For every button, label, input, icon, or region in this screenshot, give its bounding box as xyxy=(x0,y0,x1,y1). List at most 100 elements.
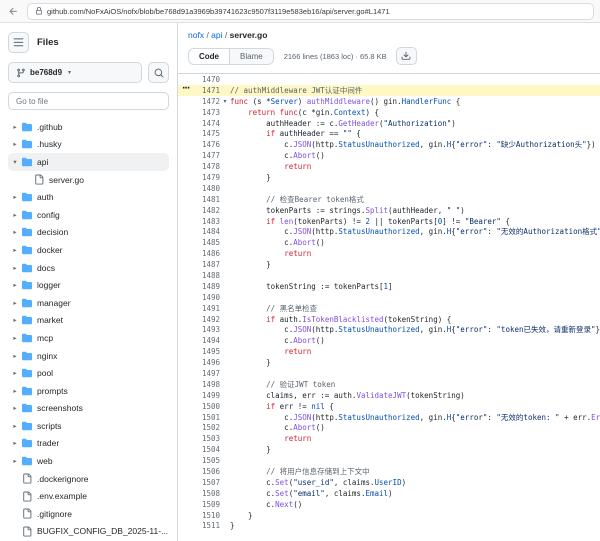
line-number[interactable]: 1470 xyxy=(178,75,220,84)
line-number[interactable]: 1472 xyxy=(178,97,220,106)
line-number[interactable]: 1485 xyxy=(178,238,220,247)
tree-item-.dockerignore[interactable]: .dockerignore xyxy=(8,470,169,488)
chevron-right-icon[interactable]: ▸ xyxy=(10,193,20,201)
line-number[interactable]: 1500 xyxy=(178,402,220,411)
line-number[interactable]: 1492 xyxy=(178,315,220,324)
chevron-right-icon[interactable]: ▸ xyxy=(10,281,20,289)
line-number[interactable]: 1488 xyxy=(178,271,220,280)
line-number[interactable]: 1503 xyxy=(178,434,220,443)
tree-item-decision[interactable]: ▸decision xyxy=(8,224,169,242)
chevron-right-icon[interactable]: ▸ xyxy=(10,246,20,254)
tab-code[interactable]: Code xyxy=(189,49,229,64)
folder-icon xyxy=(20,368,34,378)
tree-item-logger[interactable]: ▸logger xyxy=(8,276,169,294)
tree-item-.gitignore[interactable]: .gitignore xyxy=(8,505,169,523)
tree-item-.husky[interactable]: ▸.husky xyxy=(8,136,169,154)
chevron-right-icon[interactable]: ▸ xyxy=(10,334,20,342)
code-line-1491: 1491 // 黑名单检查 xyxy=(178,303,600,314)
line-number[interactable]: 1496 xyxy=(178,358,220,367)
line-number[interactable]: 1491 xyxy=(178,304,220,313)
line-number[interactable]: 1486 xyxy=(178,249,220,258)
tree-item-api[interactable]: ▾api xyxy=(8,153,169,171)
tree-item-web[interactable]: ▸web xyxy=(8,452,169,470)
chevron-right-icon[interactable]: ▸ xyxy=(10,439,20,447)
chevron-right-icon[interactable]: ▸ xyxy=(10,299,20,307)
line-number[interactable]: 1490 xyxy=(178,293,220,302)
line-number[interactable]: 1501 xyxy=(178,413,220,422)
line-number[interactable]: 1474 xyxy=(178,119,220,128)
fold-toggle-icon[interactable]: ▾ xyxy=(220,98,230,105)
tree-item-docs[interactable]: ▸docs xyxy=(8,259,169,277)
collapse-sidebar-button[interactable] xyxy=(8,32,29,53)
tree-item-server.go[interactable]: server.go xyxy=(8,171,169,189)
tab-blame[interactable]: Blame xyxy=(229,49,273,64)
chevron-right-icon[interactable]: ▸ xyxy=(10,387,20,395)
chevron-down-icon[interactable]: ▾ xyxy=(10,158,20,166)
chevron-right-icon[interactable]: ▸ xyxy=(10,228,20,236)
line-menu-button[interactable]: ··· xyxy=(182,84,189,94)
chevron-right-icon[interactable]: ▸ xyxy=(10,457,20,465)
line-number[interactable]: 1499 xyxy=(178,391,220,400)
line-number[interactable]: 1483 xyxy=(178,217,220,226)
tree-item-BUGFIX_CONFIG_DB_2025-11-...[interactable]: BUGFIX_CONFIG_DB_2025-11-... xyxy=(8,523,169,541)
line-number[interactable]: 1477 xyxy=(178,151,220,160)
tree-item-.env.example[interactable]: .env.example xyxy=(8,487,169,505)
chevron-right-icon[interactable]: ▸ xyxy=(10,123,20,131)
line-number[interactable]: 1494 xyxy=(178,336,220,345)
tree-item-.github[interactable]: ▸.github xyxy=(8,118,169,136)
chevron-right-icon[interactable]: ▸ xyxy=(10,369,20,377)
line-number[interactable]: 1509 xyxy=(178,500,220,509)
address-bar[interactable]: github.com/NoFxAiOS/nofx/blob/be768d91a3… xyxy=(27,3,594,20)
tree-item-market[interactable]: ▸market xyxy=(8,312,169,330)
line-number[interactable]: 1511 xyxy=(178,521,220,530)
line-number[interactable]: 1502 xyxy=(178,423,220,432)
chevron-right-icon[interactable]: ▸ xyxy=(10,211,20,219)
line-number[interactable]: 1504 xyxy=(178,445,220,454)
breadcrumb-link-api[interactable]: api xyxy=(211,30,222,40)
tree-item-pool[interactable]: ▸pool xyxy=(8,364,169,382)
line-number[interactable]: 1480 xyxy=(178,184,220,193)
tree-item-scripts[interactable]: ▸scripts xyxy=(8,417,169,435)
line-number[interactable]: 1484 xyxy=(178,227,220,236)
line-number[interactable]: 1481 xyxy=(178,195,220,204)
tree-item-manager[interactable]: ▸manager xyxy=(8,294,169,312)
go-to-file-input[interactable] xyxy=(8,92,169,110)
line-number[interactable]: 1505 xyxy=(178,456,220,465)
line-number[interactable]: 1498 xyxy=(178,380,220,389)
chevron-right-icon[interactable]: ▸ xyxy=(10,140,20,148)
chevron-right-icon[interactable]: ▸ xyxy=(10,264,20,272)
line-number[interactable]: 1487 xyxy=(178,260,220,269)
line-number[interactable]: 1473 xyxy=(178,108,220,117)
line-number[interactable]: 1482 xyxy=(178,206,220,215)
tree-item-screenshots[interactable]: ▸screenshots xyxy=(8,400,169,418)
chevron-right-icon[interactable]: ▸ xyxy=(10,352,20,360)
line-number[interactable]: 1495 xyxy=(178,347,220,356)
line-number[interactable]: 1476 xyxy=(178,140,220,149)
tree-item-config[interactable]: ▸config xyxy=(8,206,169,224)
tree-item-docker[interactable]: ▸docker xyxy=(8,241,169,259)
back-button[interactable] xyxy=(6,4,20,18)
tree-item-trader[interactable]: ▸trader xyxy=(8,435,169,453)
breadcrumb-link-nofx[interactable]: nofx xyxy=(188,30,204,40)
tree-item-auth[interactable]: ▸auth xyxy=(8,188,169,206)
tree-item-nginx[interactable]: ▸nginx xyxy=(8,347,169,365)
download-icon xyxy=(401,51,411,61)
branch-selector[interactable]: be768d9 ▾ xyxy=(8,62,142,83)
tree-item-mcp[interactable]: ▸mcp xyxy=(8,329,169,347)
chevron-right-icon[interactable]: ▸ xyxy=(10,316,20,324)
download-raw-button[interactable] xyxy=(396,47,417,65)
line-number[interactable]: 1497 xyxy=(178,369,220,378)
line-number[interactable]: 1493 xyxy=(178,325,220,334)
line-number[interactable]: 1478 xyxy=(178,162,220,171)
chevron-right-icon[interactable]: ▸ xyxy=(10,422,20,430)
line-number[interactable]: 1508 xyxy=(178,489,220,498)
line-number[interactable]: 1510 xyxy=(178,511,220,520)
line-number[interactable]: 1506 xyxy=(178,467,220,476)
tree-item-prompts[interactable]: ▸prompts xyxy=(8,382,169,400)
line-number[interactable]: 1507 xyxy=(178,478,220,487)
line-number[interactable]: 1479 xyxy=(178,173,220,182)
search-files-button[interactable] xyxy=(148,62,169,83)
line-number[interactable]: 1475 xyxy=(178,129,220,138)
line-number[interactable]: 1489 xyxy=(178,282,220,291)
chevron-right-icon[interactable]: ▸ xyxy=(10,404,20,412)
